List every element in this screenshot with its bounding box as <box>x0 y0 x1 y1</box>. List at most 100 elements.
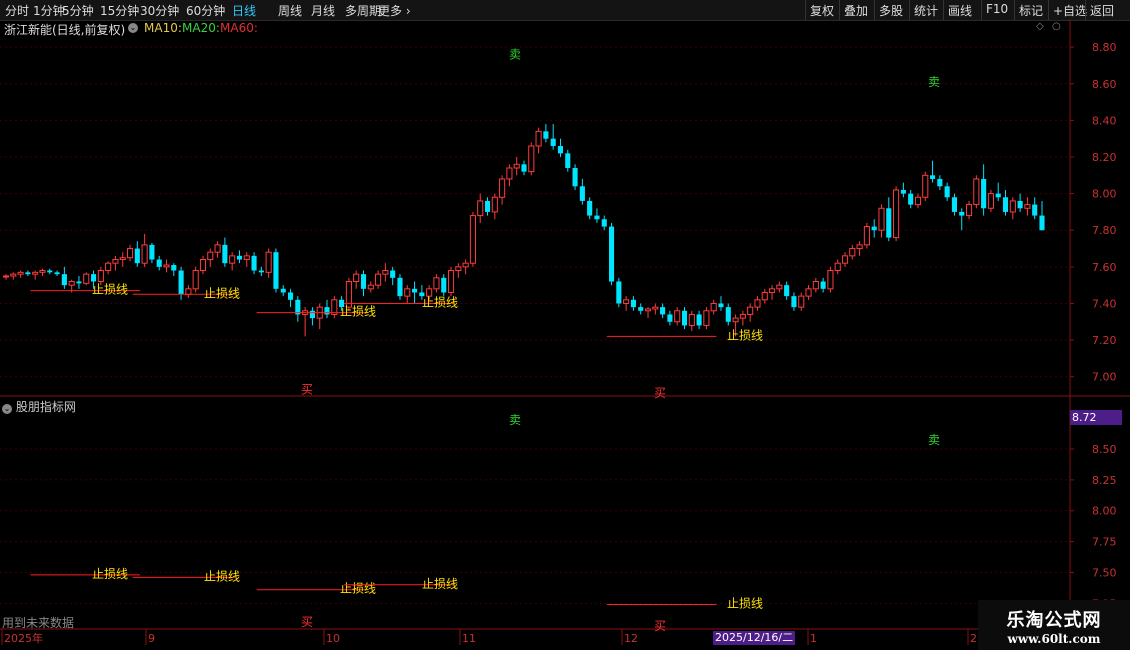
candle-body <box>280 288 286 293</box>
candle-body <box>535 130 542 147</box>
candle-body <box>375 273 382 286</box>
y-tick-label: 8.25 <box>1092 474 1117 487</box>
ma60-label: MA60: <box>220 21 258 35</box>
candle-body <box>878 207 885 231</box>
period-tab[interactable]: 月线 <box>311 2 335 19</box>
candle-body <box>433 277 440 290</box>
candle-body <box>1009 200 1016 213</box>
period-tab[interactable]: 5分钟 <box>62 2 94 19</box>
candle-body <box>47 270 53 273</box>
candle-body <box>579 186 585 201</box>
y-tick-label: 7.60 <box>1092 261 1117 274</box>
candle-body <box>119 257 126 261</box>
toolbar-button[interactable]: 多股 <box>879 2 903 19</box>
candle-body <box>981 178 987 209</box>
watermark: 乐淘公式网 www.60lt.com <box>978 600 1130 650</box>
period-tab[interactable]: 分时 <box>5 2 29 19</box>
candle-body <box>295 299 301 315</box>
toolbar-button[interactable]: +自选 <box>1053 2 1087 19</box>
period-tab[interactable]: 更多 › <box>378 2 411 19</box>
candle-body <box>258 270 264 273</box>
candle-body <box>513 163 520 169</box>
candle-body <box>987 193 994 209</box>
candle-body <box>419 292 425 297</box>
sell-signal: 卖 <box>928 433 940 447</box>
y-tick-label: 7.20 <box>1092 334 1117 347</box>
candle-body <box>76 281 82 284</box>
sell-signal: 卖 <box>509 413 521 427</box>
stop-label: 止损线 <box>340 582 376 596</box>
candle-body <box>608 226 615 282</box>
toolbar-button[interactable]: F10 <box>986 2 1008 16</box>
candle-body <box>251 255 257 271</box>
candle-body <box>229 255 236 264</box>
period-tab[interactable]: 60分钟 <box>186 2 225 19</box>
circle-icon[interactable]: ○ <box>1052 21 1061 32</box>
y-tick-label: 8.20 <box>1092 151 1117 164</box>
candle-body <box>412 288 418 293</box>
candle-body <box>192 270 199 290</box>
future-data-note: 用到未来数据 <box>2 616 75 630</box>
candle-body <box>316 306 323 319</box>
settings-circle-icon[interactable]: ⌄ <box>128 23 138 33</box>
candle-body <box>565 153 571 168</box>
period-tab[interactable]: 多周期 <box>345 2 381 19</box>
candle-body <box>922 174 929 198</box>
y-tick-label: 8.00 <box>1092 505 1117 518</box>
y-tick-label: 8.80 <box>1092 41 1117 54</box>
toolbar-separator <box>874 0 875 20</box>
candle-body <box>404 288 411 297</box>
period-tab[interactable]: 15分钟 <box>100 2 139 19</box>
candle-body <box>178 270 184 295</box>
toolbar-button[interactable]: 返回 <box>1090 2 1114 19</box>
toolbar-separator <box>1085 0 1086 20</box>
candle-body <box>995 193 1001 198</box>
period-tab[interactable]: 日线 <box>232 2 256 19</box>
period-tab[interactable]: 30分钟 <box>140 2 179 19</box>
stop-label: 止损线 <box>727 328 763 342</box>
toolbar-button[interactable]: 画线 <box>948 2 972 19</box>
candle-body <box>126 248 134 259</box>
diamond-icon[interactable]: ◇ <box>1036 21 1044 32</box>
toolbar-button[interactable]: 统计 <box>914 2 938 19</box>
candle-body <box>784 285 790 297</box>
ma10-label: MA10: <box>144 21 182 35</box>
candle-body <box>426 288 433 297</box>
candle-body <box>243 255 250 261</box>
candle-body <box>134 248 140 264</box>
candle-body <box>90 274 97 282</box>
toolbar-separator <box>1048 0 1049 20</box>
candle-body <box>207 251 214 261</box>
candle-body <box>863 226 870 246</box>
period-toolbar: 分时 1分钟 5分钟 15分钟 30分钟 60分钟 日线 周线 月线 多周期 更多 › 复权 叠加 多股统… <box>0 0 1130 21</box>
candle-body <box>930 175 936 179</box>
period-tab[interactable]: 周线 <box>278 2 302 19</box>
candle-body <box>149 244 155 260</box>
toolbar-button[interactable]: 复权 <box>810 2 834 19</box>
indicator-menu-icon[interactable]: ⌄ <box>2 404 12 414</box>
candle-body <box>893 189 900 239</box>
candle-body <box>462 262 469 268</box>
toolbar-button[interactable]: 标记 <box>1019 2 1043 19</box>
buy-signal: 买 <box>654 619 666 633</box>
candle-body <box>491 196 498 213</box>
candle-body <box>455 266 462 272</box>
candle-body <box>1002 197 1009 212</box>
candle-body <box>725 307 731 322</box>
y-tick-label: 7.50 <box>1092 566 1117 579</box>
y-tick-label: 8.60 <box>1092 78 1117 91</box>
candle-body <box>951 197 958 212</box>
y-tick-label: 7.75 <box>1092 536 1117 549</box>
period-tab[interactable]: 1分钟 <box>33 2 65 19</box>
watermark-title: 乐淘公式网 <box>1006 610 1102 631</box>
candle-body <box>105 262 112 272</box>
candle-body <box>302 310 309 315</box>
candle-body <box>841 255 849 264</box>
candle-body <box>441 277 447 293</box>
candle-body <box>345 280 352 308</box>
toolbar-button[interactable]: 叠加 <box>844 2 868 19</box>
candle-body <box>477 200 484 217</box>
candle-body <box>141 244 148 264</box>
candle-body <box>739 313 746 319</box>
candle-body <box>397 277 403 297</box>
